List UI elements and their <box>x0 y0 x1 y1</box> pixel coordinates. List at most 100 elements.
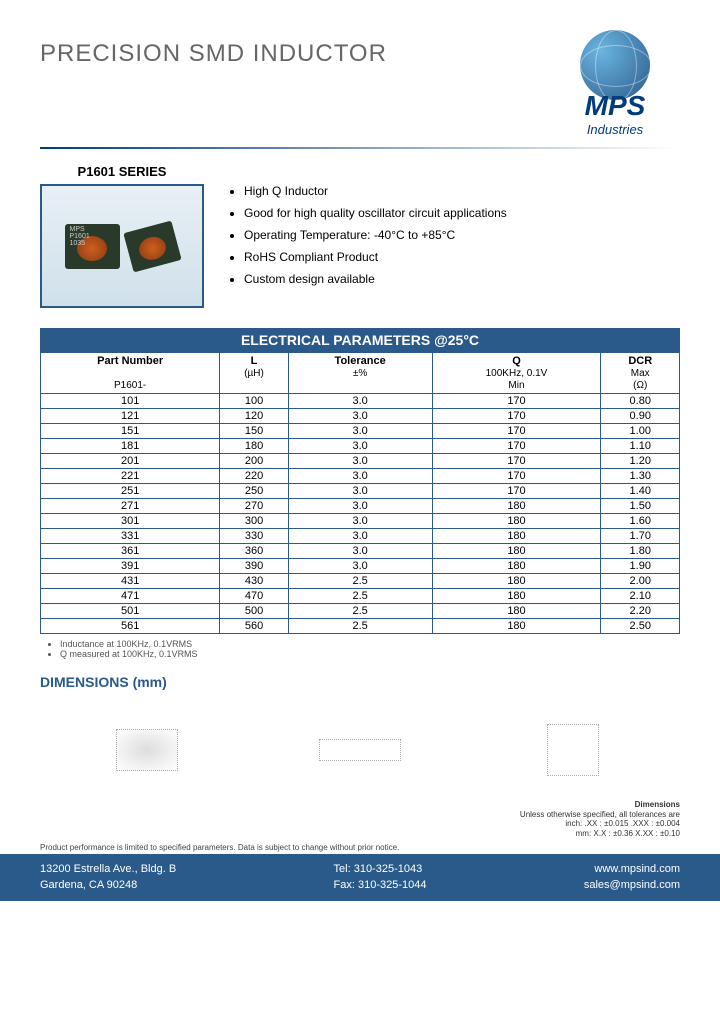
col-Q: Q 100KHz, 0.1V Min <box>432 353 601 394</box>
col-tolerance: Tolerance ±% <box>288 353 432 394</box>
footer-web: www.mpsind.com <box>594 863 680 875</box>
table-row: 2012003.01701.20 <box>41 454 680 469</box>
table-cell: 1.50 <box>601 499 680 514</box>
table-cell: 3.0 <box>288 439 432 454</box>
disclaimer: Product performance is limited to specif… <box>40 843 680 852</box>
table-cell: 1.10 <box>601 439 680 454</box>
parameters-table: Part Number P1601- L (µH) Tolerance ±% Q… <box>40 352 680 634</box>
page-title: PRECISION SMD INDUCTOR <box>40 40 387 68</box>
page-header: PRECISION SMD INDUCTOR MPS Industries <box>40 30 680 137</box>
table-cell: 170 <box>432 394 601 409</box>
table-cell: 170 <box>432 424 601 439</box>
table-cell: 361 <box>41 544 220 559</box>
col-L: L (µH) <box>220 353 288 394</box>
table-cell: 330 <box>220 529 288 544</box>
table-cell: 560 <box>220 619 288 634</box>
table-cell: 1.00 <box>601 424 680 439</box>
table-cell: 150 <box>220 424 288 439</box>
table-row: 3013003.01801.60 <box>41 514 680 529</box>
product-image: MPSP16011035 <box>40 184 204 308</box>
table-cell: 3.0 <box>288 529 432 544</box>
table-cell: 390 <box>220 559 288 574</box>
table-cell: 200 <box>220 454 288 469</box>
features-list: High Q Inductor Good for high quality osc… <box>224 164 507 308</box>
table-cell: 221 <box>41 469 220 484</box>
table-row: 3313303.01801.70 <box>41 529 680 544</box>
feature-item: Operating Temperature: -40°C to +85°C <box>244 228 507 242</box>
table-cell: 170 <box>432 439 601 454</box>
table-cell: 470 <box>220 589 288 604</box>
company-logo: MPS Industries <box>550 30 680 137</box>
table-cell: 180 <box>432 604 601 619</box>
table-cell: 151 <box>41 424 220 439</box>
table-cell: 2.20 <box>601 604 680 619</box>
table-cell: 0.80 <box>601 394 680 409</box>
table-cell: 181 <box>41 439 220 454</box>
table-row: 2712703.01801.50 <box>41 499 680 514</box>
table-cell: 471 <box>41 589 220 604</box>
table-cell: 300 <box>220 514 288 529</box>
table-cell: 1.80 <box>601 544 680 559</box>
table-cell: 170 <box>432 454 601 469</box>
col-DCR: DCR Max (Ω) <box>601 353 680 394</box>
table-cell: 100 <box>220 394 288 409</box>
table-cell: 2.5 <box>288 604 432 619</box>
feature-item: High Q Inductor <box>244 184 507 198</box>
table-cell: 391 <box>41 559 220 574</box>
table-cell: 1.40 <box>601 484 680 499</box>
table-cell: 180 <box>432 529 601 544</box>
table-cell: 0.90 <box>601 409 680 424</box>
table-title: ELECTRICAL PARAMETERS @25°C <box>40 328 680 352</box>
table-cell: 170 <box>432 469 601 484</box>
table-cell: 3.0 <box>288 469 432 484</box>
table-row: 3613603.01801.80 <box>41 544 680 559</box>
table-cell: 250 <box>220 484 288 499</box>
table-cell: 1.30 <box>601 469 680 484</box>
table-cell: 561 <box>41 619 220 634</box>
table-cell: 1.90 <box>601 559 680 574</box>
table-cell: 431 <box>41 574 220 589</box>
table-cell: 180 <box>432 559 601 574</box>
table-cell: 170 <box>432 409 601 424</box>
table-cell: 2.5 <box>288 574 432 589</box>
table-cell: 2.5 <box>288 589 432 604</box>
series-label: P1601 SERIES <box>40 164 204 179</box>
table-row: 1811803.01701.10 <box>41 439 680 454</box>
page-footer: 13200 Estrella Ave., Bldg. B Gardena, CA… <box>0 854 720 901</box>
table-cell: 3.0 <box>288 499 432 514</box>
table-row: 3913903.01801.90 <box>41 559 680 574</box>
table-cell: 3.0 <box>288 514 432 529</box>
dimensions-note: Dimensions Unless otherwise specified, a… <box>40 800 680 838</box>
feature-item: Custom design available <box>244 272 507 286</box>
footer-address1: 13200 Estrella Ave., Bldg. B <box>40 863 176 875</box>
table-cell: 3.0 <box>288 544 432 559</box>
footer-fax: Fax: 310-325-1044 <box>334 879 427 891</box>
logo-subtitle: Industries <box>550 122 680 137</box>
feature-item: Good for high quality oscillator circuit… <box>244 206 507 220</box>
table-cell: 180 <box>432 499 601 514</box>
table-cell: 180 <box>220 439 288 454</box>
feature-item: RoHS Compliant Product <box>244 250 507 264</box>
table-cell: 101 <box>41 394 220 409</box>
table-row: 4714702.51802.10 <box>41 589 680 604</box>
footer-tel: Tel: 310-325-1043 <box>334 863 423 875</box>
note-item: Inductance at 100KHz, 0.1VRMS <box>60 639 680 649</box>
table-cell: 301 <box>41 514 220 529</box>
dimensions-title: DIMENSIONS (mm) <box>40 674 680 690</box>
table-cell: 1.20 <box>601 454 680 469</box>
table-cell: 220 <box>220 469 288 484</box>
table-cell: 331 <box>41 529 220 544</box>
table-cell: 180 <box>432 514 601 529</box>
table-cell: 3.0 <box>288 394 432 409</box>
table-row: 2212203.01701.30 <box>41 469 680 484</box>
table-row: 5015002.51802.20 <box>41 604 680 619</box>
table-row: 1011003.01700.80 <box>41 394 680 409</box>
table-cell: 201 <box>41 454 220 469</box>
dimension-drawings <box>40 700 680 800</box>
table-cell: 180 <box>432 619 601 634</box>
table-cell: 1.70 <box>601 529 680 544</box>
table-notes: Inductance at 100KHz, 0.1VRMSQ measured … <box>40 639 680 659</box>
table-cell: 180 <box>432 544 601 559</box>
table-cell: 360 <box>220 544 288 559</box>
table-cell: 500 <box>220 604 288 619</box>
